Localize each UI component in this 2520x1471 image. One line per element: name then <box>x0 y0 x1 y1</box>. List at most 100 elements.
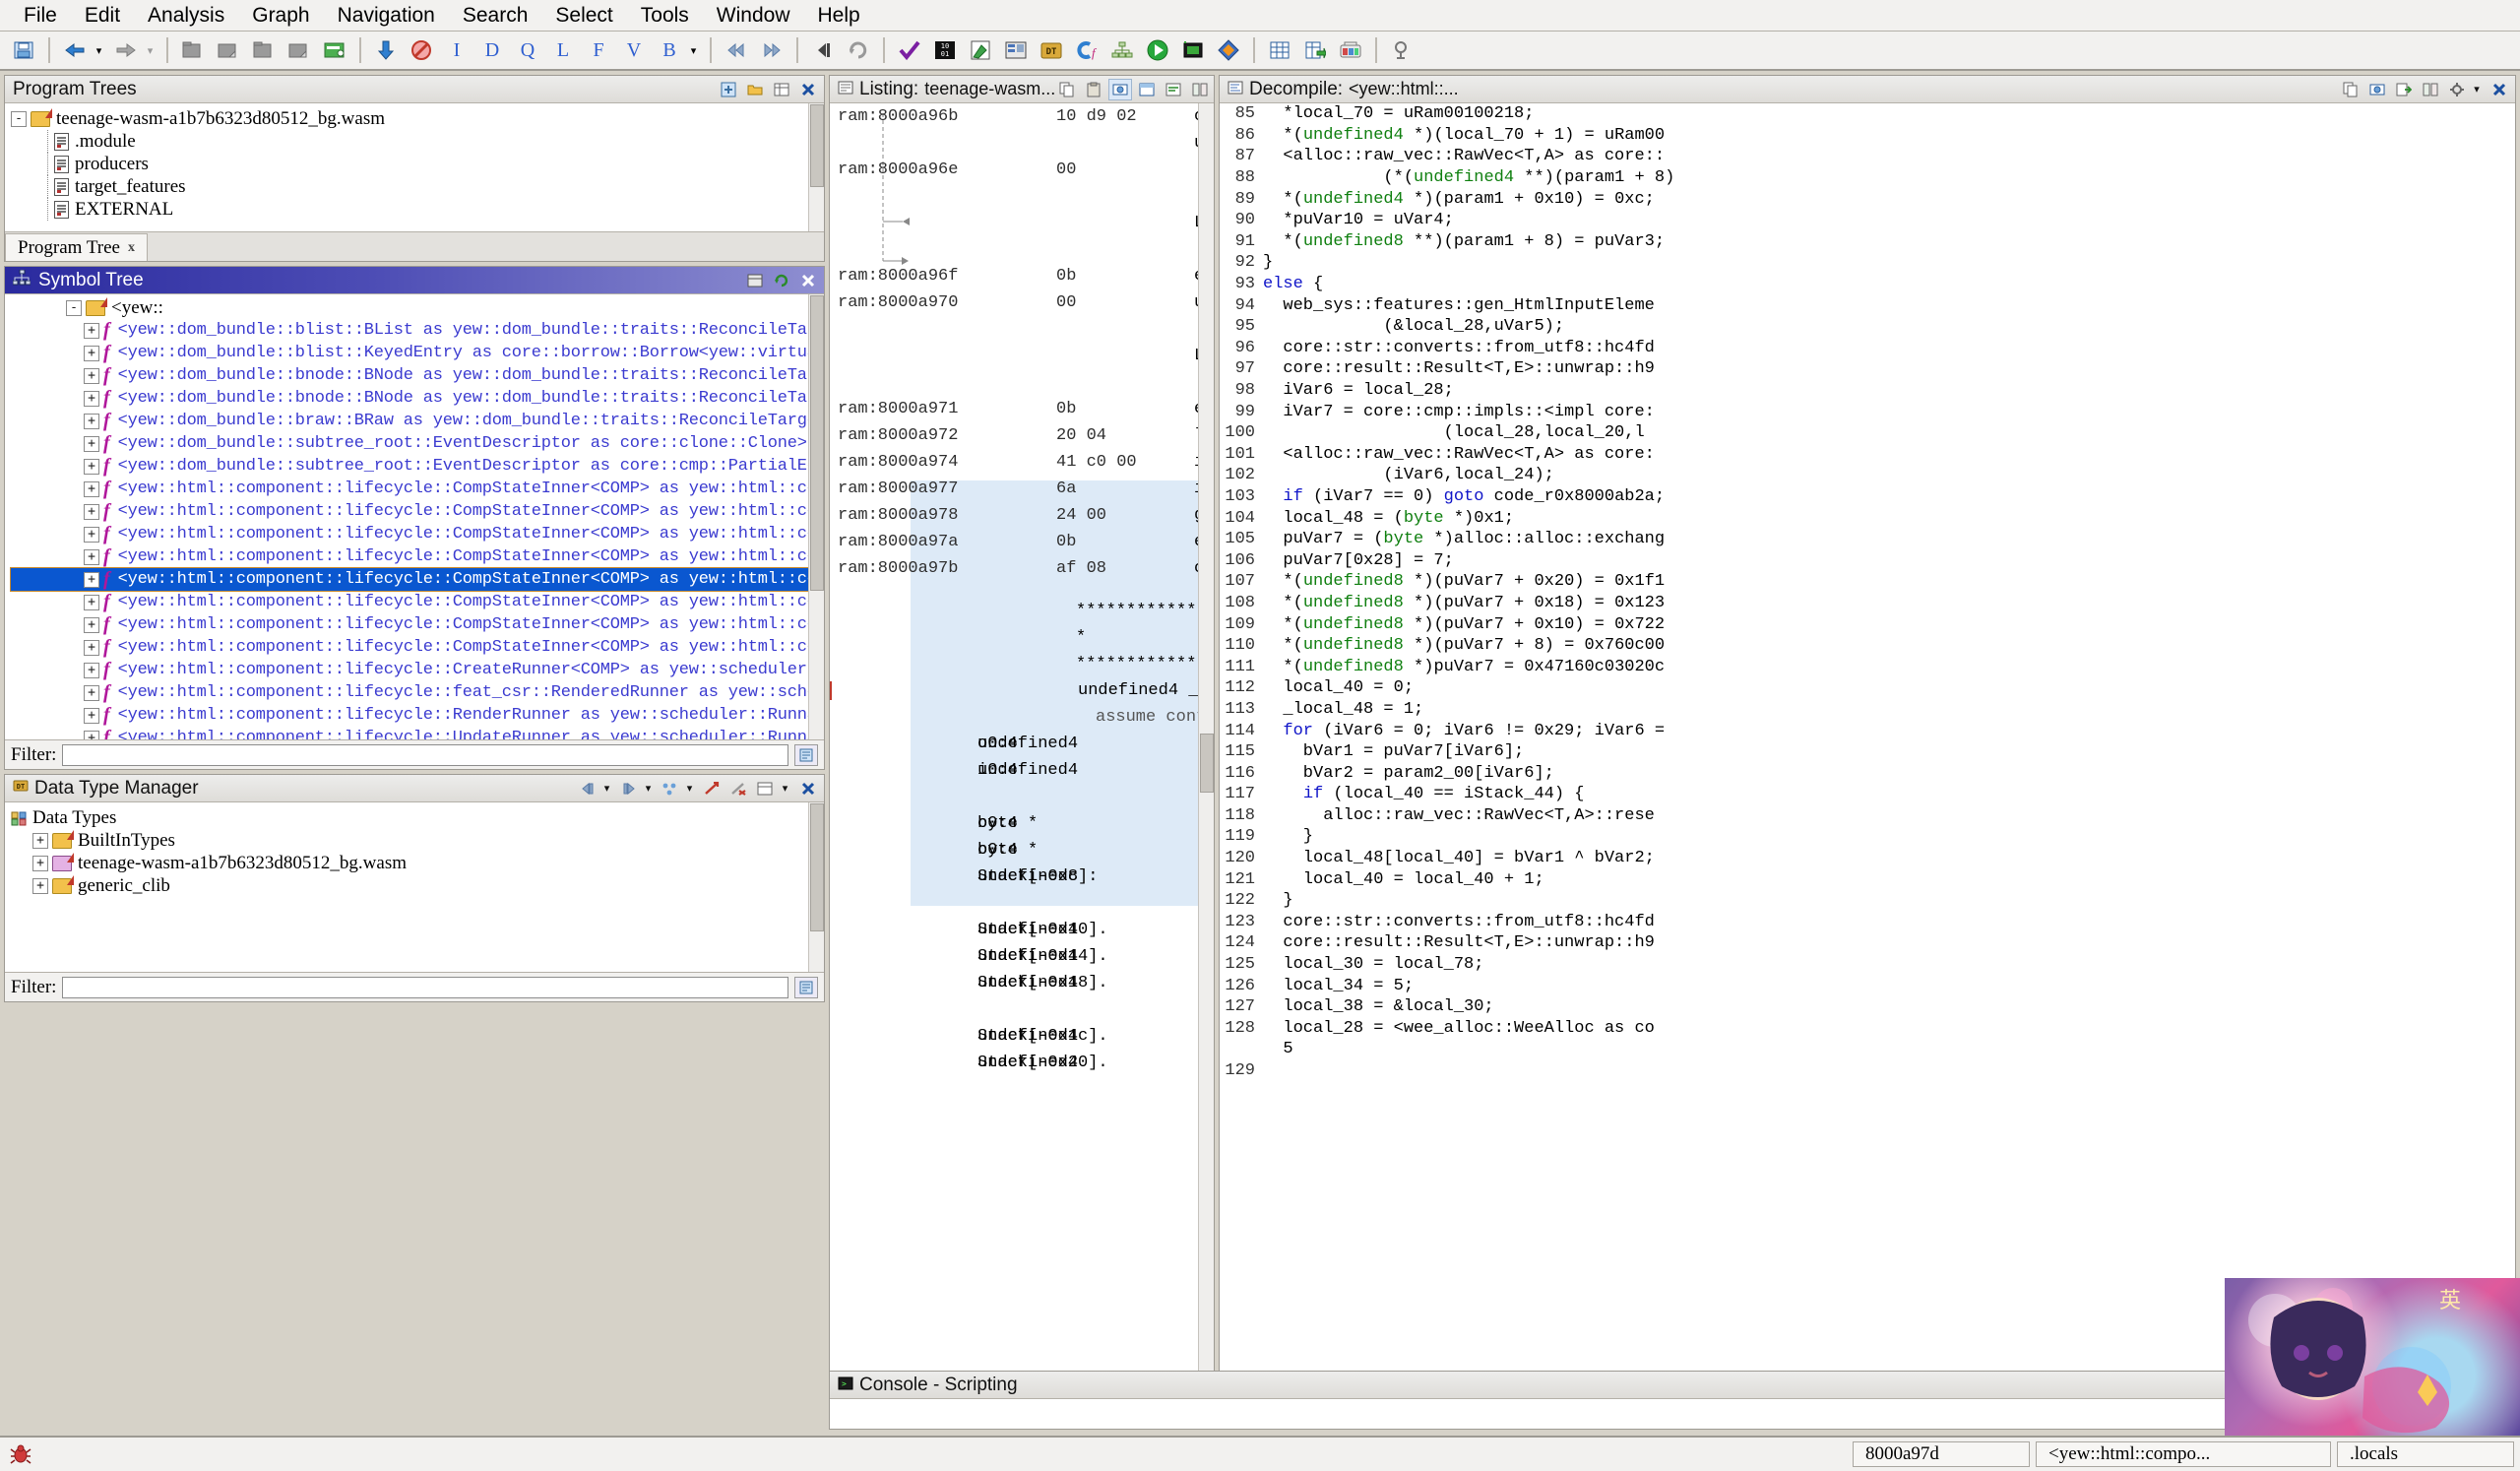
listing-row[interactable]: ram:8000a97baf 08code_84 <box>830 555 1214 582</box>
decompile-line[interactable]: 107 *(undefined8 *)(puVar7 + 0x20) = 0x1… <box>1220 571 2515 593</box>
dtm-filter-input[interactable] <box>62 976 788 998</box>
new-category-dropdown-icon[interactable]: ▾ <box>685 778 697 799</box>
dtm-body[interactable]: Data Types + BuiltInTypes + teenage-wasm… <box>5 802 824 972</box>
filter-icon[interactable] <box>700 778 724 799</box>
symbol-tree-item[interactable]: + f <yew::dom_bundle::bnode::BNode as yew:… <box>11 364 824 387</box>
tab-program-tree[interactable]: Program Tree x <box>5 233 148 261</box>
program-saveas-icon[interactable] <box>283 33 316 67</box>
decompile-line[interactable]: 105 puVar7 = (byte *)alloc::alloc::excha… <box>1220 529 2515 550</box>
tree-node-target-features[interactable]: target_features <box>11 175 824 198</box>
symbol-tree-vscrollbar[interactable] <box>808 294 824 739</box>
expander-icon[interactable]: + <box>84 707 99 724</box>
symbol-tree-item[interactable]: + f <yew::html::component::lifecycle::Comp… <box>11 591 824 613</box>
symbol-tree-item[interactable]: + f <yew::html::component::lifecycle::Comp… <box>11 523 824 545</box>
listing-variable-row[interactable]: undefined4 o0:4 <box>830 731 1214 757</box>
decompile-line[interactable]: 93 else { <box>1220 274 2515 295</box>
decompile-line[interactable]: 96 core::str::converts::from_utf8::hc4fd <box>1220 338 2515 359</box>
listing-row[interactable] <box>830 183 1214 210</box>
listing-row[interactable]: ram:8000a96e 00 <box>830 157 1214 183</box>
decompile-line[interactable]: 118 alloc::raw_vec::RawVec<T,A>::rese <box>1220 805 2515 827</box>
decompile-line[interactable]: 116 bVar2 = param2_00[iVar6]; <box>1220 762 2515 784</box>
symbol-tree-body[interactable]: - <yew:: + f <yew::dom_bundle::blist::BLis… <box>5 294 824 739</box>
decompile-line[interactable]: 90 *puVar10 = uVar4; <box>1220 210 2515 231</box>
listing-row[interactable]: ram:8000a97a0bend <box>830 529 1214 555</box>
expander-icon[interactable]: + <box>84 458 99 475</box>
decompile-line[interactable]: 99 iVar7 = core::cmp::impls::<impl core: <box>1220 401 2515 422</box>
clear-filter-icon[interactable] <box>726 778 750 799</box>
listing-row[interactable]: ram:8000a96f0bend <box>830 263 1214 289</box>
menu-item-edit[interactable]: Edit <box>71 2 134 30</box>
data-type-q-icon[interactable]: Q <box>511 33 544 67</box>
program-trees-body[interactable]: - teenage-wasm-a1b7b6323d80512_bg.wasm .… <box>5 103 824 231</box>
symbol-tree-item[interactable]: + f <yew::dom_bundle::subtree_root::EventD… <box>11 432 824 455</box>
decompile-line[interactable]: 88 (*(undefined4 **)(param1 + 8) <box>1220 167 2515 189</box>
symbol-tree-item[interactable]: + f <yew::dom_bundle::blist::KeyedEntry as… <box>11 342 824 364</box>
listing-row[interactable] <box>830 236 1214 263</box>
tree-options-icon[interactable] <box>770 79 793 100</box>
refresh-icon[interactable] <box>770 270 793 291</box>
expander-icon[interactable]: + <box>84 435 99 452</box>
listing-variable-row[interactable]: byte * o0:4 <box>830 837 1214 863</box>
scrollbar-thumb[interactable] <box>810 104 824 187</box>
listing-variable-row[interactable]: byte * o0:4 <box>830 810 1214 837</box>
symbol-tree-item[interactable]: + f <yew::dom_bundle::bnode::BNode as yew:… <box>11 387 824 410</box>
reload-icon[interactable] <box>842 33 875 67</box>
listing-row[interactable]: ram:8000a9710bend <box>830 396 1214 422</box>
back-icon[interactable] <box>720 33 753 67</box>
listing-row[interactable]: ram:8000a97000unreacha... <box>830 289 1214 316</box>
menu-icon[interactable]: ▾ <box>780 778 793 799</box>
decompile-line[interactable]: 86 *(undefined4 *)(local_70 + 1) = uRam0… <box>1220 125 2515 147</box>
symbol-tree-item[interactable]: + f <yew::html::component::lifecycle::Comp… <box>11 500 824 523</box>
decompile-line[interactable]: 126 local_34 = 5; <box>1220 975 2515 996</box>
tree-node-data-types[interactable]: Data Types <box>11 806 824 829</box>
diff-icon[interactable] <box>1188 79 1212 100</box>
symbol-tree-item[interactable]: + f <yew::html::component::lifecycle::Comp… <box>11 545 824 568</box>
back-icon[interactable] <box>576 778 599 799</box>
listing-row[interactable]: unreacha... <box>830 130 1214 157</box>
snapshot-icon[interactable] <box>1108 78 1133 100</box>
edit-icon[interactable] <box>1162 79 1185 100</box>
decompile-line[interactable]: 121 local_40 = local_40 + 1; <box>1220 868 2515 890</box>
menu-item-help[interactable]: Help <box>804 2 874 30</box>
diff-icon[interactable] <box>2419 79 2442 100</box>
forward-icon[interactable] <box>755 33 788 67</box>
tree-node-wasm-types[interactable]: + teenage-wasm-a1b7b6323d80512_bg.wasm <box>11 852 824 874</box>
table-icon[interactable] <box>1263 33 1296 67</box>
forward-icon[interactable] <box>617 778 641 799</box>
symbol-tree-item[interactable]: + f <yew::html::component::lifecycle::feat… <box>11 681 824 704</box>
expander-icon[interactable]: + <box>84 390 99 407</box>
menu-item-select[interactable]: Select <box>541 2 626 30</box>
check-icon[interactable] <box>893 33 926 67</box>
close-icon[interactable] <box>796 270 820 291</box>
listing-row[interactable]: ram:8000a96b10 d9 02call <box>830 103 1214 130</box>
memory-icon[interactable] <box>1176 33 1210 67</box>
expander-icon[interactable]: + <box>84 730 99 739</box>
menu-item-graph[interactable]: Graph <box>238 2 323 30</box>
expander-icon[interactable]: + <box>32 877 48 894</box>
decompile-line[interactable]: 89 *(undefined4 *)(param1 + 0x10) = 0xc; <box>1220 188 2515 210</box>
decompile-line[interactable]: 110 *(undefined8 *)(puVar7 + 8) = 0x760c… <box>1220 635 2515 657</box>
decompile-line[interactable]: 102 (iVar6,local_24); <box>1220 465 2515 486</box>
program-save-icon[interactable] <box>247 33 281 67</box>
forward-dropdown-icon[interactable]: ▾ <box>644 778 656 799</box>
listing-variable-row[interactable]: undefined4 Stack[-0x1c]. <box>830 1023 1214 1050</box>
listing-variable-row[interactable]: undefined4 Stack[-0x18]. <box>830 970 1214 996</box>
paste-icon[interactable] <box>1082 79 1105 100</box>
byte-viewer-icon[interactable]: 10 01 <box>928 33 962 67</box>
scrollbar-thumb[interactable] <box>810 803 824 931</box>
symbol-tree-item[interactable]: + f <yew::html::component::lifecycle::Comp… <box>11 478 824 500</box>
listing-body[interactable]: ram:8000a96b10 d9 02callunreacha...ram:8… <box>830 103 1214 1393</box>
tree-node-external[interactable]: EXTERNAL <box>11 198 824 221</box>
data-type-v-icon[interactable]: V <box>617 33 651 67</box>
layout-icon[interactable] <box>753 778 777 799</box>
expander-icon[interactable]: + <box>84 548 99 565</box>
listing-row[interactable] <box>830 316 1214 343</box>
data-type-b-icon[interactable]: B <box>653 33 686 67</box>
listing-row[interactable]: ram:8000a97824 00global.s... <box>830 502 1214 529</box>
listing-variable-row[interactable]: undefined4 i0:4 <box>830 757 1214 784</box>
symbol-tree-filter-input[interactable] <box>62 743 788 766</box>
expander-icon[interactable]: + <box>84 345 99 361</box>
decompile-line[interactable]: 117 if (local_40 == iStack_44) { <box>1220 784 2515 805</box>
redo-icon[interactable] <box>109 33 143 67</box>
data-type-f-icon[interactable]: F <box>582 33 615 67</box>
